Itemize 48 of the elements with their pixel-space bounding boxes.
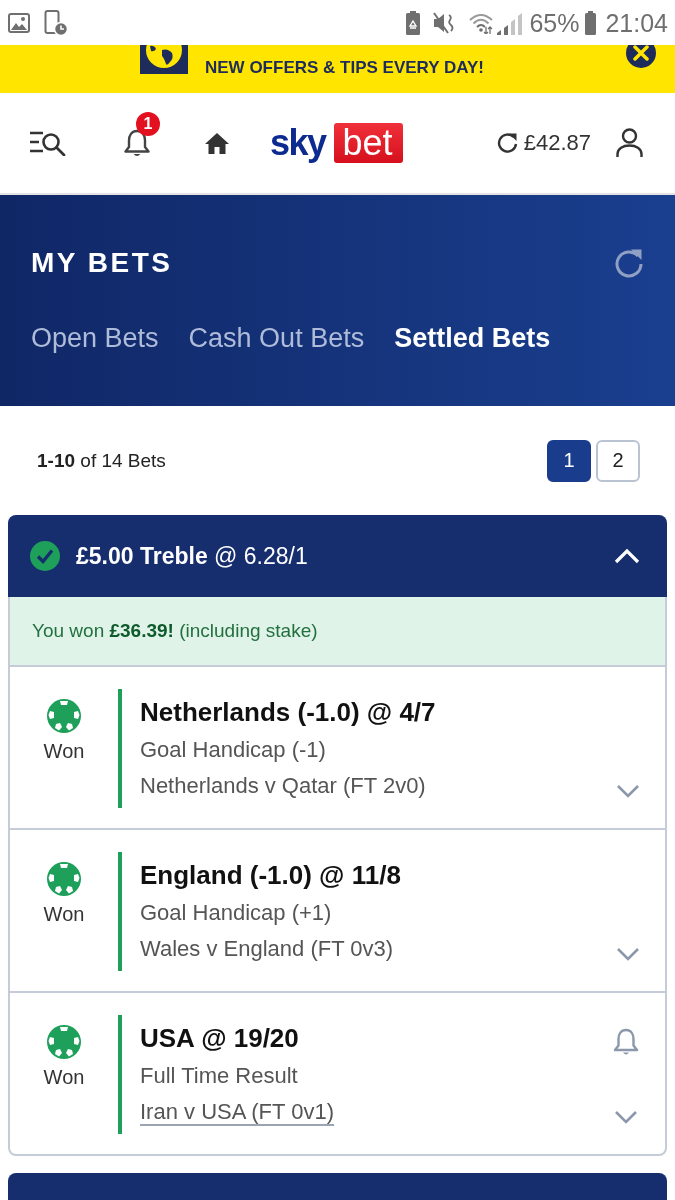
selection-title: England (-1.0) @ 11/8	[140, 859, 402, 892]
battery-icon	[585, 10, 597, 35]
wifi-icon	[469, 11, 494, 34]
menu-search-icon[interactable]	[30, 130, 68, 156]
close-icon[interactable]	[626, 45, 656, 68]
signal-icon	[497, 10, 524, 35]
clock-time: 21:04	[605, 7, 668, 38]
result-label: Won	[43, 1065, 85, 1090]
results-summary: 1-10 of 14 Bets	[37, 448, 166, 473]
notification-count: 1	[136, 112, 160, 136]
result-label: Won	[43, 739, 85, 764]
promo-banner[interactable]: NEW OFFERS & TIPS EVERY DAY!	[0, 45, 675, 93]
event-name: Netherlands v Qatar (FT 2v0)	[140, 772, 427, 800]
tab[interactable]: Settled Bets	[394, 318, 551, 358]
logo-tile[interactable]: bet	[333, 123, 403, 163]
logo-wordmark[interactable]: sky	[270, 123, 326, 163]
bet-title: £5.00 Treble @ 6.28/1	[76, 542, 308, 571]
page-button[interactable]: 2	[596, 439, 640, 482]
balance-amount: £42.87	[523, 129, 591, 157]
selection-title: Netherlands (-1.0) @ 4/7	[140, 696, 437, 729]
chevron-down-icon[interactable]	[616, 947, 640, 961]
device-clock-icon	[44, 9, 68, 36]
event-name: Wales v England (FT 0v3)	[140, 935, 395, 963]
battery-recycle-icon	[406, 10, 421, 35]
mute-icon	[433, 10, 456, 35]
chevron-down-icon[interactable]	[614, 1110, 638, 1124]
selection-title: USA @ 19/20	[140, 1022, 300, 1055]
page-title: MY BETS	[31, 246, 173, 280]
page-button[interactable]: 1	[547, 439, 591, 482]
user-icon[interactable]	[616, 128, 643, 158]
chevron-down-icon[interactable]	[616, 784, 640, 798]
tab[interactable]: Cash Out Bets	[188, 318, 365, 358]
home-icon[interactable]	[204, 132, 230, 154]
battery-percentage: 65%	[529, 7, 580, 38]
refresh-icon[interactable]	[496, 132, 518, 154]
bet-card-header[interactable]: £5.00 Treble @ 6.28/1	[8, 515, 667, 597]
market-name: Goal Handicap (+1)	[140, 899, 333, 927]
bell-icon[interactable]	[122, 128, 152, 158]
chevron-up-icon[interactable]	[614, 547, 640, 565]
win-message: You won £36.39! (including stake)	[32, 619, 318, 643]
globe-icon	[140, 45, 188, 74]
market-name: Full Time Result	[140, 1062, 299, 1090]
event-link[interactable]: Iran v USA (FT 0v1)	[140, 1099, 334, 1124]
tab[interactable]: Open Bets	[31, 318, 159, 358]
promo-text: NEW OFFERS & TIPS EVERY DAY!	[205, 57, 484, 79]
result-label: Won	[43, 902, 85, 927]
gallery-icon	[8, 11, 30, 34]
market-name: Goal Handicap (-1)	[140, 736, 327, 764]
